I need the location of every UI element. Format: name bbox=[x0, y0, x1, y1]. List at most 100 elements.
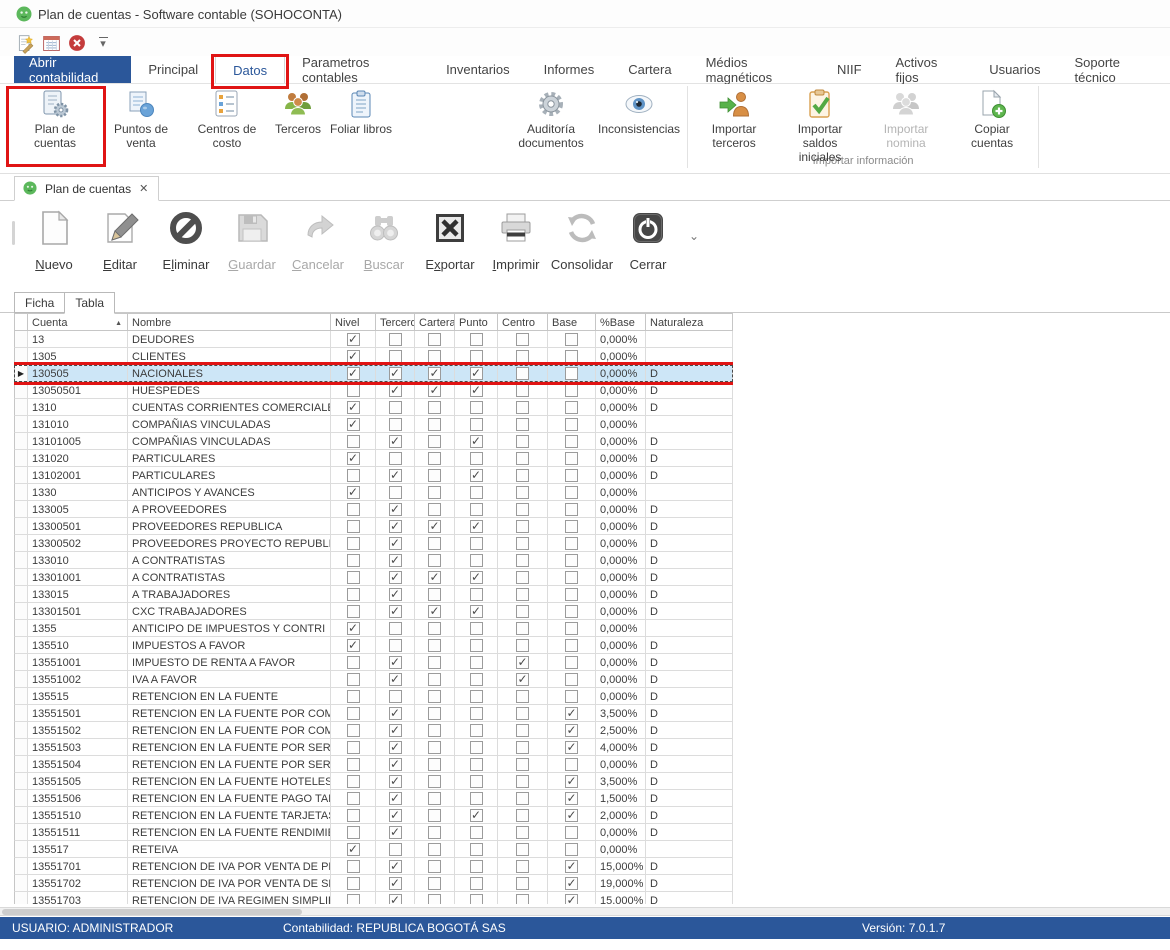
checkbox-checked-icon[interactable]: ✓ bbox=[565, 894, 578, 905]
ribbon-button-plan-de-cuentas[interactable]: Plan de cuentas bbox=[12, 87, 98, 150]
checkbox-unchecked-icon[interactable] bbox=[565, 418, 578, 431]
consolidar-button[interactable]: Consolidar bbox=[549, 207, 615, 272]
checkbox-checked-icon[interactable]: ✓ bbox=[389, 588, 402, 601]
checkbox-unchecked-icon[interactable] bbox=[565, 843, 578, 856]
checkbox-unchecked-icon[interactable] bbox=[428, 622, 441, 635]
table-row[interactable]: 135517RETEIVA✓0,000% bbox=[14, 841, 733, 858]
table-row[interactable]: 13551001IMPUESTO DE RENTA A FAVOR✓✓0,000… bbox=[14, 654, 733, 671]
checkbox-unchecked-icon[interactable] bbox=[428, 656, 441, 669]
table-row[interactable]: 13551511RETENCION EN LA FUENTE RENDIMIEN… bbox=[14, 824, 733, 841]
checkbox-unchecked-icon[interactable] bbox=[470, 673, 483, 686]
checkbox-checked-icon[interactable]: ✓ bbox=[565, 741, 578, 754]
ribbon-button-importar-terceros[interactable]: Importar terceros bbox=[691, 87, 777, 150]
checkbox-unchecked-icon[interactable] bbox=[347, 469, 360, 482]
checkbox-unchecked-icon[interactable] bbox=[470, 877, 483, 890]
checkbox-unchecked-icon[interactable] bbox=[565, 486, 578, 499]
checkbox-checked-icon[interactable]: ✓ bbox=[565, 860, 578, 873]
checkbox-checked-icon[interactable]: ✓ bbox=[565, 724, 578, 737]
checkbox-checked-icon[interactable]: ✓ bbox=[470, 367, 483, 380]
checkbox-unchecked-icon[interactable] bbox=[470, 350, 483, 363]
table-row[interactable]: 135510IMPUESTOS A FAVOR✓0,000%D bbox=[14, 637, 733, 654]
checkbox-unchecked-icon[interactable] bbox=[347, 571, 360, 584]
checkbox-checked-icon[interactable]: ✓ bbox=[389, 605, 402, 618]
checkbox-unchecked-icon[interactable] bbox=[565, 452, 578, 465]
checkbox-unchecked-icon[interactable] bbox=[389, 622, 402, 635]
checkbox-unchecked-icon[interactable] bbox=[470, 418, 483, 431]
ribbon-button-puntos-de-venta[interactable]: Puntos de venta bbox=[98, 87, 184, 150]
table-row[interactable]: 13551510RETENCION EN LA FUENTE TARJETAS … bbox=[14, 807, 733, 824]
checkbox-unchecked-icon[interactable] bbox=[516, 350, 529, 363]
checkbox-unchecked-icon[interactable] bbox=[565, 639, 578, 652]
checkbox-unchecked-icon[interactable] bbox=[516, 384, 529, 397]
table-row[interactable]: 1330ANTICIPOS Y AVANCES✓0,000% bbox=[14, 484, 733, 501]
checkbox-unchecked-icon[interactable] bbox=[428, 486, 441, 499]
checkbox-unchecked-icon[interactable] bbox=[516, 724, 529, 737]
ribbon-tab-inventarios[interactable]: Inventarios bbox=[429, 56, 527, 83]
checkbox-unchecked-icon[interactable] bbox=[470, 537, 483, 550]
checkbox-unchecked-icon[interactable] bbox=[428, 894, 441, 905]
checkbox-unchecked-icon[interactable] bbox=[470, 894, 483, 905]
checkbox-unchecked-icon[interactable] bbox=[565, 503, 578, 516]
column-header-base[interactable]: %Base bbox=[596, 313, 646, 331]
checkbox-checked-icon[interactable]: ✓ bbox=[389, 571, 402, 584]
checkbox-unchecked-icon[interactable] bbox=[516, 469, 529, 482]
checkbox-unchecked-icon[interactable] bbox=[516, 809, 529, 822]
checkbox-unchecked-icon[interactable] bbox=[470, 707, 483, 720]
ribbon-tab-niif[interactable]: NIIF bbox=[820, 56, 879, 83]
checkbox-unchecked-icon[interactable] bbox=[389, 333, 402, 346]
checkbox-checked-icon[interactable]: ✓ bbox=[516, 656, 529, 669]
checkbox-unchecked-icon[interactable] bbox=[428, 758, 441, 771]
checkbox-unchecked-icon[interactable] bbox=[428, 775, 441, 788]
checkbox-checked-icon[interactable]: ✓ bbox=[347, 486, 360, 499]
table-row[interactable]: 1355ANTICIPO DE IMPUESTOS Y CONTRI✓0,000… bbox=[14, 620, 733, 637]
checkbox-unchecked-icon[interactable] bbox=[516, 588, 529, 601]
ribbon-button-terceros[interactable]: Terceros bbox=[270, 87, 326, 136]
column-header-naturaleza[interactable]: Naturaleza bbox=[646, 313, 733, 331]
checkbox-unchecked-icon[interactable] bbox=[428, 333, 441, 346]
checkbox-unchecked-icon[interactable] bbox=[516, 877, 529, 890]
table-row[interactable]: 133015A TRABAJADORES✓0,000%D bbox=[14, 586, 733, 603]
ribbon-tab-datos[interactable]: Datos bbox=[215, 56, 285, 83]
checkbox-unchecked-icon[interactable] bbox=[470, 775, 483, 788]
checkbox-unchecked-icon[interactable] bbox=[470, 826, 483, 839]
checkbox-unchecked-icon[interactable] bbox=[428, 537, 441, 550]
checkbox-unchecked-icon[interactable] bbox=[565, 469, 578, 482]
checkbox-checked-icon[interactable]: ✓ bbox=[389, 792, 402, 805]
checkbox-checked-icon[interactable]: ✓ bbox=[470, 469, 483, 482]
checkbox-checked-icon[interactable]: ✓ bbox=[389, 673, 402, 686]
table-row[interactable]: 13DEUDORES✓0,000% bbox=[14, 331, 733, 348]
checkbox-unchecked-icon[interactable] bbox=[565, 571, 578, 584]
checkbox-checked-icon[interactable]: ✓ bbox=[389, 758, 402, 771]
checkbox-checked-icon[interactable]: ✓ bbox=[347, 843, 360, 856]
checkbox-checked-icon[interactable]: ✓ bbox=[389, 894, 402, 905]
checkbox-unchecked-icon[interactable] bbox=[347, 809, 360, 822]
checkbox-checked-icon[interactable]: ✓ bbox=[470, 809, 483, 822]
checkbox-unchecked-icon[interactable] bbox=[565, 435, 578, 448]
checkbox-checked-icon[interactable]: ✓ bbox=[470, 384, 483, 397]
checkbox-unchecked-icon[interactable] bbox=[565, 350, 578, 363]
checkbox-unchecked-icon[interactable] bbox=[470, 639, 483, 652]
ribbon-tab-principal[interactable]: Principal bbox=[131, 56, 215, 83]
checkbox-unchecked-icon[interactable] bbox=[428, 401, 441, 414]
checkbox-unchecked-icon[interactable] bbox=[428, 860, 441, 873]
checkbox-checked-icon[interactable]: ✓ bbox=[516, 673, 529, 686]
checkbox-unchecked-icon[interactable] bbox=[516, 520, 529, 533]
checkbox-checked-icon[interactable]: ✓ bbox=[347, 622, 360, 635]
ribbon-button-foliar-libros[interactable]: Foliar libros bbox=[326, 87, 396, 136]
horizontal-scrollbar[interactable] bbox=[0, 907, 1170, 916]
checkbox-unchecked-icon[interactable] bbox=[565, 656, 578, 669]
table-row[interactable]: 1310CUENTAS CORRIENTES COMERCIALES✓0,000… bbox=[14, 399, 733, 416]
checkbox-unchecked-icon[interactable] bbox=[347, 894, 360, 905]
checkbox-unchecked-icon[interactable] bbox=[516, 775, 529, 788]
checkbox-checked-icon[interactable]: ✓ bbox=[389, 877, 402, 890]
table-row[interactable]: 13101005COMPAÑIAS VINCULADAS✓✓0,000%D bbox=[14, 433, 733, 450]
checkbox-checked-icon[interactable]: ✓ bbox=[470, 605, 483, 618]
ribbon-button-inconsistencias[interactable]: Inconsistencias bbox=[594, 87, 684, 136]
checkbox-unchecked-icon[interactable] bbox=[428, 350, 441, 363]
checkbox-checked-icon[interactable]: ✓ bbox=[428, 605, 441, 618]
checkbox-unchecked-icon[interactable] bbox=[470, 503, 483, 516]
checkbox-unchecked-icon[interactable] bbox=[428, 435, 441, 448]
checkbox-unchecked-icon[interactable] bbox=[516, 537, 529, 550]
table-row[interactable]: 13551501RETENCION EN LA FUENTE POR COMPR… bbox=[14, 705, 733, 722]
checkbox-checked-icon[interactable]: ✓ bbox=[389, 520, 402, 533]
